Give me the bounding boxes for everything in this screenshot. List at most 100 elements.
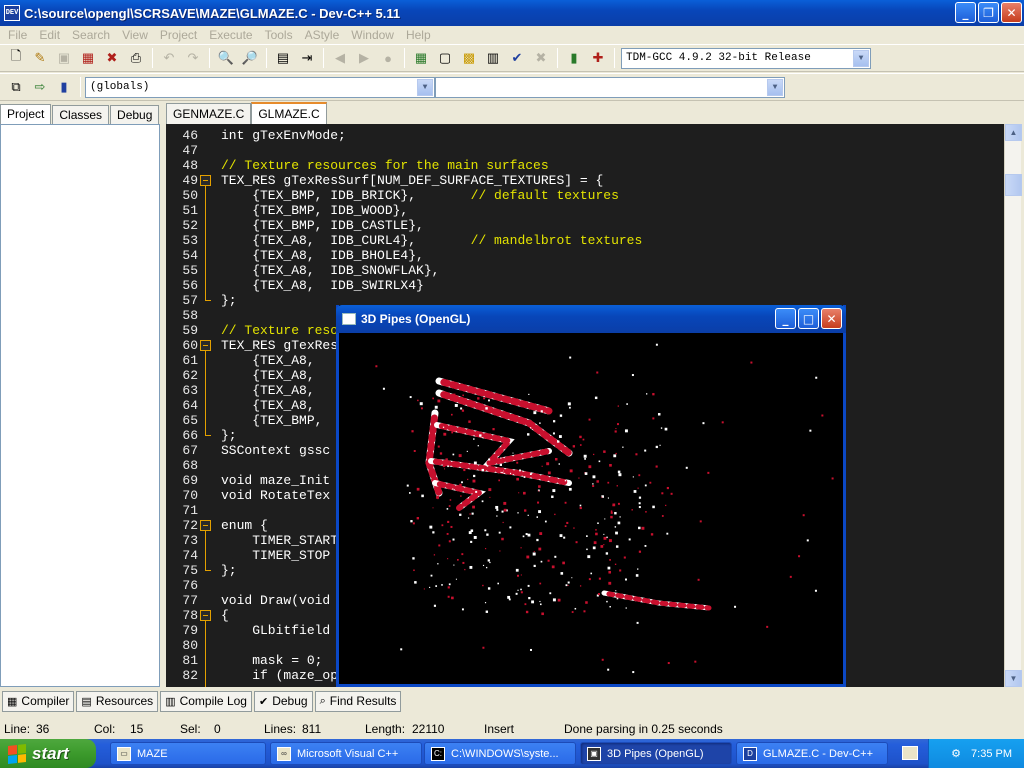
code-line[interactable]: 48 // Texture resources for the main surf… <box>166 158 1004 173</box>
code-line[interactable]: 56 {TEX_A8, IDB_SWIRLX4} <box>166 278 1004 293</box>
line-number: 48 <box>182 158 198 173</box>
devcpp-app-icon[interactable]: DEV <box>4 5 20 21</box>
fold-toggle-icon[interactable] <box>200 340 211 351</box>
scroll-up-button[interactable]: ▲ <box>1005 124 1022 141</box>
class-browser-icon[interactable]: ⧉ <box>5 76 27 98</box>
goto-function-icon[interactable]: ⇥ <box>296 47 318 69</box>
task-cmd[interactable]: C: C:\WINDOWS\syste... <box>424 742 576 765</box>
redo-icon[interactable]: ↷ <box>182 47 204 69</box>
menu-view[interactable]: View <box>116 28 154 42</box>
compile-run-icon[interactable]: ▩ <box>458 47 480 69</box>
close-button[interactable]: ✕ <box>821 308 842 329</box>
maximize-button[interactable]: ❐ <box>978 2 999 23</box>
clock[interactable]: 7:35 PM <box>971 748 1012 760</box>
tab-debug[interactable]: Debug <box>110 105 160 124</box>
network-icon[interactable]: ⚙ <box>951 747 961 760</box>
menu-astyle[interactable]: AStyle <box>299 28 346 42</box>
compile-icon[interactable]: ▦ <box>410 47 432 69</box>
pipe-fragment <box>652 417 655 420</box>
insert-icon[interactable]: ⇨ <box>29 76 51 98</box>
function-select[interactable]: ▼ <box>435 76 785 98</box>
stop-icon[interactable]: ● <box>377 47 399 69</box>
fold-toggle-icon[interactable] <box>200 520 211 531</box>
code-line[interactable]: 47 <box>166 143 1004 158</box>
menu-help[interactable]: Help <box>400 28 437 42</box>
code-line[interactable]: 53 {TEX_A8, IDB_CURL4}, // mandelbrot te… <box>166 233 1004 248</box>
profile-icon[interactable]: ✚ <box>587 47 609 69</box>
replace-icon[interactable]: 🔎 <box>239 47 261 69</box>
back-icon[interactable]: ◀ <box>329 47 351 69</box>
code-text: TIMER_START <box>221 533 339 548</box>
code-line[interactable]: 52 {TEX_BMP, IDB_CASTLE}, <box>166 218 1004 233</box>
delete-icon[interactable]: ✖ <box>530 47 552 69</box>
task-3d-pipes[interactable]: ▣ 3D Pipes (OpenGL) <box>580 742 732 765</box>
editor-vertical-scrollbar[interactable]: ▲ ▼ <box>1004 124 1022 687</box>
maximize-button[interactable]: □ <box>798 308 819 329</box>
opengl-window[interactable]: 3D Pipes (OpenGL) _ □ ✕ <box>336 305 846 687</box>
keyboard-icon[interactable] <box>902 746 918 760</box>
start-button[interactable]: start <box>0 739 96 768</box>
tab-glmaze[interactable]: GLMAZE.C <box>251 102 327 124</box>
menu-tools[interactable]: Tools <box>259 28 299 42</box>
minimize-button[interactable]: _ <box>955 2 976 23</box>
project-tree[interactable] <box>0 124 160 687</box>
menu-file[interactable]: File <box>2 28 33 42</box>
code-line[interactable]: 46 int gTexEnvMode; <box>166 128 1004 143</box>
menu-execute[interactable]: Execute <box>203 28 258 42</box>
save-icon[interactable]: ▣ <box>53 47 75 69</box>
goto-line-icon[interactable]: ▤ <box>272 47 294 69</box>
code-text: SSContext gssc <box>221 443 331 458</box>
tab-resources[interactable]: ▤ Resources <box>76 690 159 712</box>
chart-icon[interactable]: ▮ <box>563 47 585 69</box>
tab-compiler[interactable]: ▦ Compiler <box>2 690 75 712</box>
run-icon[interactable]: ▢ <box>434 47 456 69</box>
code-line[interactable]: 50 {TEX_BMP, IDB_BRICK}, // default text… <box>166 188 1004 203</box>
fold-toggle-icon[interactable] <box>200 175 211 186</box>
close-file-icon[interactable]: ✖ <box>101 47 123 69</box>
rebuild-icon[interactable]: ▥ <box>482 47 504 69</box>
chevron-down-icon[interactable]: ▼ <box>767 78 783 96</box>
save-all-icon[interactable]: ▦ <box>77 47 99 69</box>
task-visual-cpp[interactable]: ∞ Microsoft Visual C++ <box>270 742 422 765</box>
scroll-down-button[interactable]: ▼ <box>1005 670 1022 687</box>
pipe-fragment <box>664 427 668 431</box>
scope-select[interactable]: (globals) ▼ <box>85 76 435 98</box>
syntax-check-icon[interactable]: ✔ <box>506 47 528 69</box>
task-devcpp[interactable]: D GLMAZE.C - Dev-C++ <box>736 742 888 765</box>
forward-icon[interactable]: ▶ <box>353 47 375 69</box>
menu-project[interactable]: Project <box>154 28 203 42</box>
menu-window[interactable]: Window <box>345 28 400 42</box>
chevron-down-icon[interactable]: ▼ <box>417 78 433 96</box>
code-line[interactable]: 49 TEX_RES gTexResSurf[NUM_DEF_SURFACE_TE… <box>166 173 1004 188</box>
task-maze[interactable]: ▭ MAZE <box>110 742 266 765</box>
menu-search[interactable]: Search <box>66 28 116 42</box>
pipe-fragment <box>527 433 530 436</box>
opengl-window-titlebar[interactable]: 3D Pipes (OpenGL) _ □ ✕ <box>336 305 846 333</box>
line-number: 72 <box>182 518 198 533</box>
close-button[interactable]: ✕ <box>1001 2 1022 23</box>
tab-find-results[interactable]: ⌕ Find Results <box>314 690 402 712</box>
code-line[interactable]: 51 {TEX_BMP, IDB_WOOD}, <box>166 203 1004 218</box>
code-line[interactable]: 55 {TEX_A8, IDB_SNOWFLAK}, <box>166 263 1004 278</box>
print-icon[interactable]: ⎙ <box>125 47 147 69</box>
fold-toggle-icon[interactable] <box>200 610 211 621</box>
bookmark-icon[interactable]: ▮ <box>53 76 75 98</box>
tab-genmaze[interactable]: GENMAZE.C <box>166 103 252 124</box>
minimize-button[interactable]: _ <box>775 308 796 329</box>
tab-project[interactable]: Project <box>0 104 52 124</box>
new-file-icon[interactable]: 🗋 <box>5 47 27 69</box>
open-file-icon[interactable]: ✎ <box>29 47 51 69</box>
scroll-thumb[interactable] <box>1005 174 1022 196</box>
compiler-select[interactable]: TDM-GCC 4.9.2 32-bit Release ▼ <box>621 47 871 69</box>
pipe-fragment <box>488 488 492 492</box>
tab-compile-log[interactable]: ▥ Compile Log <box>160 690 252 712</box>
find-icon[interactable]: 🔍 <box>215 47 237 69</box>
tab-debug-bottom[interactable]: ✔ Debug <box>253 690 313 712</box>
undo-icon[interactable]: ↶ <box>158 47 180 69</box>
code-line[interactable]: 54 {TEX_A8, IDB_BHOLE4}, <box>166 248 1004 263</box>
line-number: 66 <box>182 428 198 443</box>
tab-classes[interactable]: Classes <box>52 105 110 124</box>
chevron-down-icon[interactable]: ▼ <box>853 49 869 67</box>
menu-edit[interactable]: Edit <box>33 28 66 42</box>
pipe-fragment <box>558 463 560 465</box>
